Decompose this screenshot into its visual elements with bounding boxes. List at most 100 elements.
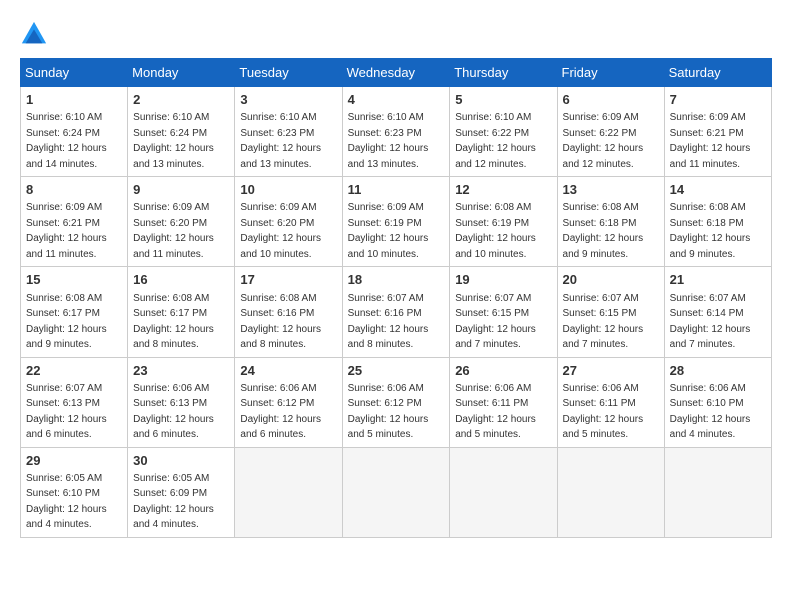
col-header-monday: Monday (128, 59, 235, 87)
day-number: 29 (26, 452, 122, 470)
day-number: 8 (26, 181, 122, 199)
day-number: 25 (348, 362, 445, 380)
day-info: Sunrise: 6:10 AM Sunset: 6:24 PM Dayligh… (26, 112, 107, 170)
day-info: Sunrise: 6:06 AM Sunset: 6:13 PM Dayligh… (133, 383, 214, 441)
day-info: Sunrise: 6:06 AM Sunset: 6:12 PM Dayligh… (240, 383, 321, 441)
day-number: 15 (26, 271, 122, 289)
day-info: Sunrise: 6:06 AM Sunset: 6:10 PM Dayligh… (670, 383, 751, 441)
day-info: Sunrise: 6:08 AM Sunset: 6:18 PM Dayligh… (563, 202, 644, 260)
day-number: 24 (240, 362, 336, 380)
day-info: Sunrise: 6:06 AM Sunset: 6:11 PM Dayligh… (455, 383, 536, 441)
day-number: 28 (670, 362, 766, 380)
day-cell: 11 Sunrise: 6:09 AM Sunset: 6:19 PM Dayli… (342, 177, 450, 267)
week-row-2: 8 Sunrise: 6:09 AM Sunset: 6:21 PM Daylig… (21, 177, 772, 267)
week-row-1: 1Sunrise: 6:10 AM Sunset: 6:24 PM Daylig… (21, 87, 772, 177)
day-cell: 24 Sunrise: 6:06 AM Sunset: 6:12 PM Dayli… (235, 357, 342, 447)
col-header-wednesday: Wednesday (342, 59, 450, 87)
day-info: Sunrise: 6:10 AM Sunset: 6:22 PM Dayligh… (455, 112, 536, 170)
day-cell: 6 Sunrise: 6:09 AM Sunset: 6:22 PM Daylig… (557, 87, 664, 177)
calendar: SundayMondayTuesdayWednesdayThursdayFrid… (20, 58, 772, 538)
day-cell: 19 Sunrise: 6:07 AM Sunset: 6:15 PM Dayli… (450, 267, 557, 357)
day-number: 20 (563, 271, 659, 289)
day-cell: 28 Sunrise: 6:06 AM Sunset: 6:10 PM Dayli… (664, 357, 771, 447)
day-info: Sunrise: 6:10 AM Sunset: 6:23 PM Dayligh… (348, 112, 429, 170)
day-cell: 9Sunrise: 6:09 AM Sunset: 6:20 PM Daylig… (128, 177, 235, 267)
day-number: 3 (240, 91, 336, 109)
day-cell: 23 Sunrise: 6:06 AM Sunset: 6:13 PM Dayli… (128, 357, 235, 447)
day-cell: 20 Sunrise: 6:07 AM Sunset: 6:15 PM Dayli… (557, 267, 664, 357)
day-info: Sunrise: 6:09 AM Sunset: 6:20 PM Dayligh… (240, 202, 321, 260)
day-cell: 18 Sunrise: 6:07 AM Sunset: 6:16 PM Dayli… (342, 267, 450, 357)
day-number: 19 (455, 271, 551, 289)
day-number: 22 (26, 362, 122, 380)
day-cell: 27 Sunrise: 6:06 AM Sunset: 6:11 PM Dayli… (557, 357, 664, 447)
day-info: Sunrise: 6:08 AM Sunset: 6:19 PM Dayligh… (455, 202, 536, 260)
day-cell: 1Sunrise: 6:10 AM Sunset: 6:24 PM Daylig… (21, 87, 128, 177)
day-info: Sunrise: 6:09 AM Sunset: 6:19 PM Dayligh… (348, 202, 429, 260)
day-info: Sunrise: 6:08 AM Sunset: 6:16 PM Dayligh… (240, 293, 321, 351)
day-number: 13 (563, 181, 659, 199)
week-row-5: 29 Sunrise: 6:05 AM Sunset: 6:10 PM Dayli… (21, 447, 772, 537)
logo-icon (20, 20, 48, 48)
day-cell: 4 Sunrise: 6:10 AM Sunset: 6:23 PM Daylig… (342, 87, 450, 177)
day-info: Sunrise: 6:06 AM Sunset: 6:11 PM Dayligh… (563, 383, 644, 441)
day-number: 14 (670, 181, 766, 199)
day-info: Sunrise: 6:05 AM Sunset: 6:09 PM Dayligh… (133, 473, 214, 531)
day-number: 4 (348, 91, 445, 109)
day-number: 18 (348, 271, 445, 289)
day-cell: 21Sunrise: 6:07 AM Sunset: 6:14 PM Dayli… (664, 267, 771, 357)
day-number: 21 (670, 271, 766, 289)
day-cell (664, 447, 771, 537)
day-cell: 14 Sunrise: 6:08 AM Sunset: 6:18 PM Dayli… (664, 177, 771, 267)
day-cell: 7Sunrise: 6:09 AM Sunset: 6:21 PM Daylig… (664, 87, 771, 177)
day-number: 7 (670, 91, 766, 109)
day-info: Sunrise: 6:08 AM Sunset: 6:17 PM Dayligh… (26, 293, 107, 351)
day-cell: 25 Sunrise: 6:06 AM Sunset: 6:12 PM Dayli… (342, 357, 450, 447)
day-cell: 2Sunrise: 6:10 AM Sunset: 6:24 PM Daylig… (128, 87, 235, 177)
day-number: 6 (563, 91, 659, 109)
day-number: 5 (455, 91, 551, 109)
day-info: Sunrise: 6:05 AM Sunset: 6:10 PM Dayligh… (26, 473, 107, 531)
day-number: 12 (455, 181, 551, 199)
col-header-tuesday: Tuesday (235, 59, 342, 87)
day-number: 23 (133, 362, 229, 380)
col-header-friday: Friday (557, 59, 664, 87)
col-header-sunday: Sunday (21, 59, 128, 87)
day-number: 10 (240, 181, 336, 199)
day-cell (557, 447, 664, 537)
day-number: 2 (133, 91, 229, 109)
day-cell: 8 Sunrise: 6:09 AM Sunset: 6:21 PM Daylig… (21, 177, 128, 267)
week-row-4: 22 Sunrise: 6:07 AM Sunset: 6:13 PM Dayli… (21, 357, 772, 447)
day-cell (342, 447, 450, 537)
day-info: Sunrise: 6:07 AM Sunset: 6:15 PM Dayligh… (455, 293, 536, 351)
day-cell: 3Sunrise: 6:10 AM Sunset: 6:23 PM Daylig… (235, 87, 342, 177)
day-number: 27 (563, 362, 659, 380)
day-info: Sunrise: 6:09 AM Sunset: 6:22 PM Dayligh… (563, 112, 644, 170)
day-cell: 16Sunrise: 6:08 AM Sunset: 6:17 PM Dayli… (128, 267, 235, 357)
day-info: Sunrise: 6:07 AM Sunset: 6:13 PM Dayligh… (26, 383, 107, 441)
day-info: Sunrise: 6:07 AM Sunset: 6:16 PM Dayligh… (348, 293, 429, 351)
day-cell: 26Sunrise: 6:06 AM Sunset: 6:11 PM Dayli… (450, 357, 557, 447)
day-cell: 17 Sunrise: 6:08 AM Sunset: 6:16 PM Dayli… (235, 267, 342, 357)
day-cell: 29 Sunrise: 6:05 AM Sunset: 6:10 PM Dayli… (21, 447, 128, 537)
day-cell: 10 Sunrise: 6:09 AM Sunset: 6:20 PM Dayli… (235, 177, 342, 267)
day-cell (235, 447, 342, 537)
day-cell: 30 Sunrise: 6:05 AM Sunset: 6:09 PM Dayli… (128, 447, 235, 537)
day-cell: 22 Sunrise: 6:07 AM Sunset: 6:13 PM Dayli… (21, 357, 128, 447)
col-header-saturday: Saturday (664, 59, 771, 87)
day-info: Sunrise: 6:07 AM Sunset: 6:15 PM Dayligh… (563, 293, 644, 351)
day-cell: 12 Sunrise: 6:08 AM Sunset: 6:19 PM Dayli… (450, 177, 557, 267)
day-number: 17 (240, 271, 336, 289)
header (20, 20, 772, 48)
day-cell: 13 Sunrise: 6:08 AM Sunset: 6:18 PM Dayli… (557, 177, 664, 267)
day-cell: 5 Sunrise: 6:10 AM Sunset: 6:22 PM Daylig… (450, 87, 557, 177)
day-info: Sunrise: 6:06 AM Sunset: 6:12 PM Dayligh… (348, 383, 429, 441)
day-info: Sunrise: 6:09 AM Sunset: 6:21 PM Dayligh… (26, 202, 107, 260)
col-header-thursday: Thursday (450, 59, 557, 87)
day-number: 9 (133, 181, 229, 199)
day-number: 11 (348, 181, 445, 199)
day-info: Sunrise: 6:08 AM Sunset: 6:18 PM Dayligh… (670, 202, 751, 260)
logo (20, 20, 52, 48)
day-info: Sunrise: 6:08 AM Sunset: 6:17 PM Dayligh… (133, 293, 214, 351)
day-number: 30 (133, 452, 229, 470)
